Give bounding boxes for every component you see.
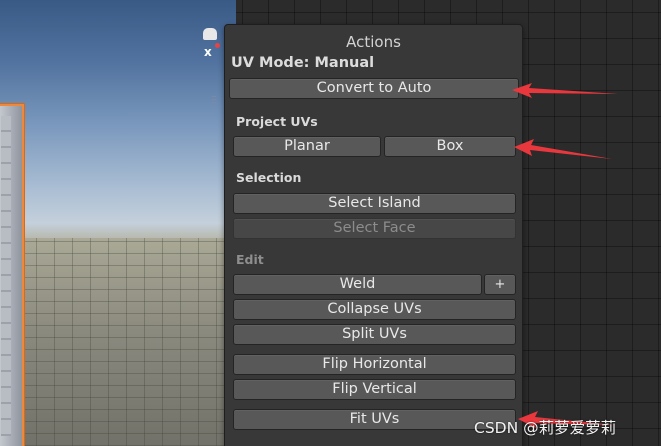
gizmo-axis-label: x: [204, 45, 212, 59]
editor-stage: x Actions UV Mode: Manual Convert to Aut…: [0, 0, 661, 446]
csdn-watermark: CSDN @莉萝爱萝莉: [474, 419, 617, 437]
selected-mesh[interactable]: [0, 104, 24, 446]
select-island-button[interactable]: Select Island: [233, 193, 516, 214]
scene-viewport[interactable]: x: [0, 0, 236, 446]
section-edit: Edit: [236, 252, 264, 267]
weld-button[interactable]: Weld: [233, 274, 482, 295]
collapse-uvs-button[interactable]: Collapse UVs: [233, 299, 516, 320]
flip-vertical-button[interactable]: Flip Vertical: [233, 379, 516, 400]
section-selection: Selection: [236, 170, 302, 185]
planar-button[interactable]: Planar: [233, 136, 381, 157]
split-uvs-button[interactable]: Split UVs: [233, 324, 516, 345]
resize-handle-icon[interactable]: [212, 96, 216, 106]
convert-to-auto-button[interactable]: Convert to Auto: [229, 78, 519, 99]
section-project-uvs: Project UVs: [236, 114, 318, 129]
flip-horizontal-button[interactable]: Flip Horizontal: [233, 354, 516, 375]
uv-mode-label: UV Mode: Manual: [231, 55, 375, 71]
arrow-box-shape: [514, 139, 612, 159]
ground-grid: [0, 238, 236, 446]
arrow-convert-shape: [512, 83, 618, 98]
box-button[interactable]: Box: [384, 136, 516, 157]
scene-gizmo-icon[interactable]: [203, 28, 217, 40]
gizmo-x-axis-dot: [215, 43, 220, 48]
mesh-face: [1, 116, 11, 436]
panel-title: Actions: [346, 33, 401, 51]
actions-panel: Actions UV Mode: Manual Convert to Auto …: [224, 24, 523, 446]
select-face-button[interactable]: Select Face: [233, 218, 516, 239]
weld-options-button[interactable]: +: [484, 274, 516, 295]
